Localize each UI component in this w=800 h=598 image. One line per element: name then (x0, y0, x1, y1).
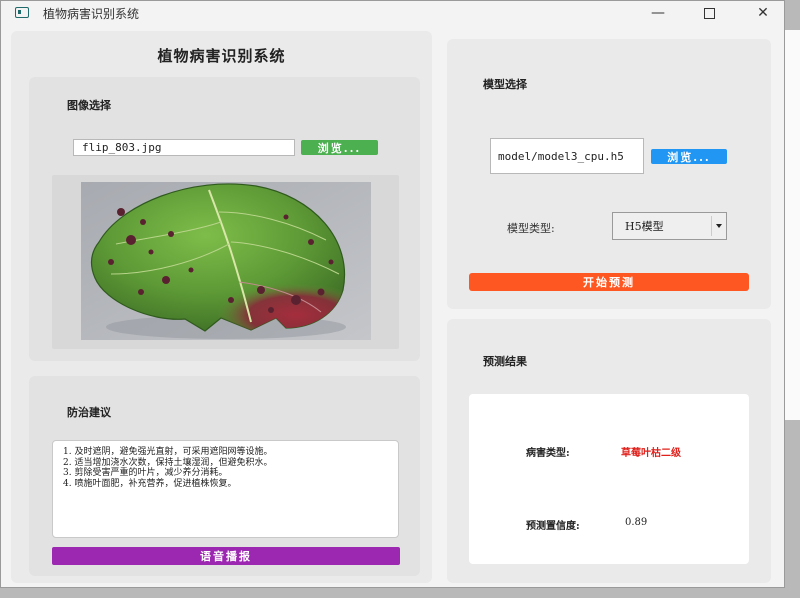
background-window-right (785, 30, 800, 420)
model-type-label: 模型类型: (507, 222, 555, 235)
close-button[interactable]: ✕ (740, 1, 786, 25)
confidence-value: 0.89 (625, 517, 648, 528)
model-type-value: H5模型 (625, 220, 664, 233)
maximize-icon (703, 7, 715, 19)
image-file-input[interactable]: flip_803.jpg (73, 139, 295, 156)
leaf-photo (81, 182, 371, 340)
model-select-label: 模型选择 (483, 78, 527, 91)
advice-item: 3. 剪除受害严重的叶片，减少养分消耗。 (63, 468, 228, 478)
disease-type-value: 草莓叶枯二级 (621, 448, 681, 459)
advice-item: 4. 喷施叶面肥，补充营养，促进植株恢复。 (63, 478, 237, 489)
confidence-label: 预测置信度: (526, 521, 580, 532)
title-bar: 植物病害识别系统 — ✕ (1, 1, 784, 25)
result-panel: 预测结果 病害类型: 草莓叶枯二级 预测置信度: 0.89 (447, 319, 771, 583)
predict-button[interactable]: 开始预测 (469, 273, 749, 291)
advice-item: 1. 及时遮阴，避免强光直射，可采用遮阳网等设施。 (63, 447, 273, 457)
image-select-panel: 图像选择 flip_803.jpg 浏览... (29, 77, 420, 361)
model-select-panel: 模型选择 model/model3_cpu.h5 浏览... 模型类型: H5模… (447, 39, 771, 309)
select-divider (711, 216, 712, 236)
minimize-button[interactable]: — (635, 1, 681, 25)
chevron-down-icon (716, 224, 722, 228)
advice-text-area[interactable]: 1. 及时遮阴，避免强光直射，可采用遮阳网等设施。 2. 适当增加浇水次数，保持… (52, 440, 399, 538)
app-icon (15, 7, 29, 18)
model-type-select[interactable]: H5模型 (612, 212, 727, 240)
result-box: 病害类型: 草莓叶枯二级 预测置信度: 0.89 (469, 394, 749, 564)
model-path-input[interactable]: model/model3_cpu.h5 (490, 138, 644, 174)
disease-type-label: 病害类型: (526, 448, 570, 459)
left-panel: 植物病害识别系统 图像选择 flip_803.jpg 浏览... 防治建议 1.… (11, 31, 432, 583)
advice-item: 2. 适当增加浇水次数，保持土壤湿润，但避免积水。 (63, 457, 273, 468)
advice-label: 防治建议 (67, 406, 111, 419)
maximize-button[interactable] (686, 1, 732, 25)
leaf-image (81, 182, 371, 340)
image-preview-frame (52, 175, 399, 349)
image-browse-button[interactable]: 浏览... (301, 140, 378, 155)
advice-panel: 防治建议 1. 及时遮阴，避免强光直射，可采用遮阳网等设施。 2. 适当增加浇水… (29, 376, 420, 576)
speak-button[interactable]: 语音播报 (52, 547, 400, 565)
app-heading: 植物病害识别系统 (157, 47, 286, 65)
app-window: 植物病害识别系统 — ✕ 植物病害识别系统 图像选择 flip_803.jpg … (0, 0, 785, 588)
model-browse-button[interactable]: 浏览... (651, 149, 727, 164)
window-title: 植物病害识别系统 (43, 7, 140, 21)
result-label: 预测结果 (483, 355, 527, 368)
image-select-label: 图像选择 (67, 99, 111, 112)
